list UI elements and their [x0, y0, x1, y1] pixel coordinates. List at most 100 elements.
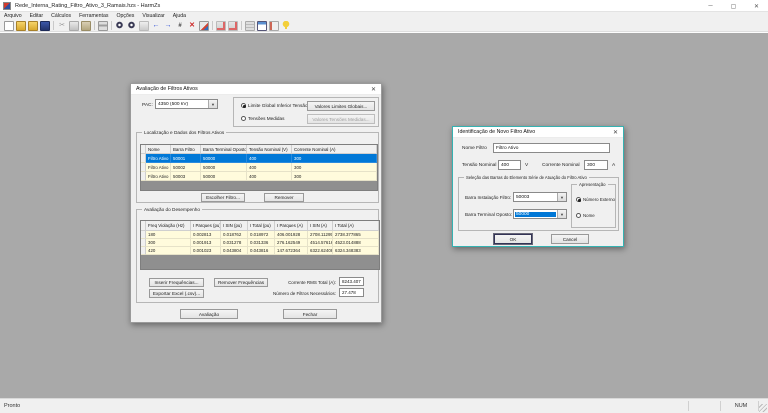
remover-frequencias-button[interactable]: Remover Frequências [214, 278, 268, 287]
zoom-in-icon[interactable] [115, 20, 125, 31]
import-case-icon[interactable] [28, 20, 38, 31]
table-cell[interactable]: 50003 [171, 172, 201, 181]
valores-limites-globais-button[interactable]: Valores Limites Globais... [307, 101, 375, 111]
table-row-selected-cell[interactable]: Filtro Ativo [146, 154, 171, 163]
table-row-selected-cell[interactable]: 400 [247, 154, 292, 163]
col-header-iparques-pu[interactable]: I Parques (pu) [191, 221, 221, 231]
ok-button[interactable]: OK [494, 234, 532, 244]
col-header-barra-terminal[interactable]: Barra Terminal Oposto [201, 145, 247, 154]
table-cell[interactable]: 0.001023 [191, 247, 221, 255]
table-cell[interactable]: 0.031336 [248, 239, 275, 247]
col-header-tensao[interactable]: Tensão Nominal (V) [247, 145, 292, 154]
menu-editar[interactable]: Editar [26, 12, 48, 20]
close-icon[interactable]: ✕ [608, 127, 623, 138]
table-cell[interactable]: 406.001928 [275, 231, 308, 239]
delete-plot-icon[interactable]: ✕ [187, 21, 197, 31]
radio-limite-global[interactable]: Limite Global Inferior Tensão [241, 103, 308, 108]
table-cell[interactable]: 6324.348383 [333, 247, 379, 255]
table-cell[interactable]: 0.031278 [221, 239, 248, 247]
table-cell[interactable]: 300 [292, 172, 377, 181]
exportar-excel-button[interactable]: Exportar Excel (.csv)... [149, 289, 204, 298]
print-icon[interactable] [98, 20, 108, 31]
toolbar-separator [94, 21, 95, 30]
close-button[interactable]: ✕ [745, 0, 768, 12]
radio-nome[interactable]: Nome [576, 213, 595, 218]
radio-numero-externo[interactable]: Número Externo [576, 197, 615, 202]
table-cell[interactable]: 50000 [201, 163, 247, 172]
table-cell[interactable]: 4514.576162 [308, 239, 333, 247]
inserir-frequencias-button[interactable]: Inserir Frequências... [149, 278, 204, 287]
table-row-selected-cell[interactable]: 50001 [171, 154, 201, 163]
table-cell[interactable]: 420 [146, 247, 191, 255]
resize-grip[interactable] [759, 404, 767, 412]
table-cell[interactable]: 50002 [171, 163, 201, 172]
col-header-freq[interactable]: Freq Violação (Hz) [146, 221, 191, 231]
col-header-itotal-pu[interactable]: I Total (pu) [248, 221, 275, 231]
table-cell[interactable]: Filtro Ativo [146, 172, 171, 181]
col-header-isin-a[interactable]: I SIN (A) [308, 221, 333, 231]
barra-terminal-combobox[interactable]: 50000 ▼ [513, 209, 567, 219]
corrente-nominal-input[interactable]: 300 [584, 160, 608, 170]
cancel-button[interactable]: Cancel [551, 234, 589, 244]
forward-arrow-icon[interactable]: → [163, 21, 173, 31]
barra-instalacao-combobox[interactable]: 50003 ▼ [513, 192, 567, 202]
open-file-icon[interactable] [16, 20, 26, 31]
avaliacao-button[interactable]: Avaliação [180, 309, 238, 319]
table-cell[interactable]: 0.018972 [248, 231, 275, 239]
table-cell[interactable]: 0.043804 [221, 247, 248, 255]
chevron-down-icon[interactable]: ▼ [557, 193, 566, 201]
table-cell[interactable]: 180 [146, 231, 191, 239]
table-cell[interactable]: 0.001913 [191, 239, 221, 247]
menu-calculos[interactable]: Cálculos [47, 12, 75, 20]
col-header-isin-pu[interactable]: I SIN (pu) [221, 221, 248, 231]
table-cell[interactable]: 0.018762 [221, 231, 248, 239]
options-key-icon[interactable] [281, 20, 291, 31]
table-cell[interactable]: 147.672364 [275, 247, 308, 255]
table-cell[interactable]: 300 [146, 239, 191, 247]
save-file-icon[interactable] [40, 20, 50, 31]
table-cell[interactable]: 4523.014888 [333, 239, 379, 247]
remover-button[interactable]: Remover [264, 193, 304, 202]
back-arrow-icon[interactable]: ← [151, 21, 161, 31]
menu-ajuda[interactable]: Ajuda [169, 12, 190, 20]
table-cell[interactable]: 276.162549 [275, 239, 308, 247]
plot-chart-icon[interactable] [199, 20, 209, 31]
grid-view-icon[interactable]: # [175, 21, 185, 31]
col-header-itotal-a[interactable]: I Total (A) [333, 221, 379, 231]
menu-ferramentas[interactable]: Ferramentas [75, 12, 112, 20]
table-cell[interactable]: 50000 [201, 172, 247, 181]
menu-visualizar[interactable]: Visualizar [138, 12, 168, 20]
tensao-nominal-input[interactable]: 400 [498, 160, 521, 170]
table-cell[interactable]: 6322.624086 [308, 247, 333, 255]
close-icon[interactable]: ✕ [366, 84, 381, 95]
menu-opcoes[interactable]: Opções [112, 12, 138, 20]
report-card-icon[interactable] [269, 20, 279, 31]
pac-combobox[interactable]: 4350 (500 kV) ▼ [155, 99, 218, 109]
new-document-icon[interactable] [4, 20, 14, 31]
chevron-down-icon[interactable]: ▼ [208, 100, 217, 108]
col-header-barra-filtro[interactable]: Barra Filtro [171, 145, 201, 154]
results-table-icon[interactable] [257, 20, 267, 31]
table-cell[interactable]: 400 [247, 172, 292, 181]
table-cell[interactable]: 0.002813 [191, 231, 221, 239]
col-header-corrente[interactable]: Corrente Nominal (A) [292, 145, 377, 154]
table-cell[interactable]: 2708.112953 [308, 231, 333, 239]
maximize-button[interactable]: ▢ [722, 0, 745, 12]
col-header-iparques-a[interactable]: I Parques (A) [275, 221, 308, 231]
table-cell[interactable]: 400 [247, 163, 292, 172]
minimize-button[interactable]: ─ [699, 0, 722, 12]
fechar-button[interactable]: Fechar [283, 309, 337, 319]
radio-tensoes-medidas[interactable]: Tensões Medidas [241, 116, 284, 121]
table-cell[interactable]: Filtro Ativo [146, 163, 171, 172]
table-row-selected-cell[interactable]: 50000 [201, 154, 247, 163]
col-header-nome[interactable]: Nome [146, 145, 171, 154]
zoom-out-icon[interactable] [127, 20, 137, 31]
table-row-selected-cell[interactable]: 300 [292, 154, 377, 163]
table-cell[interactable]: 2738.377865 [333, 231, 379, 239]
table-cell[interactable]: 300 [292, 163, 377, 172]
escolher-filtro-button[interactable]: Escolher Filtro... [201, 193, 245, 202]
nome-filtro-input[interactable]: Filtro Ativo [493, 143, 610, 153]
menu-arquivo[interactable]: Arquivo [0, 12, 26, 20]
chevron-down-icon[interactable]: ▼ [557, 210, 566, 218]
table-cell[interactable]: 0.043816 [248, 247, 275, 255]
